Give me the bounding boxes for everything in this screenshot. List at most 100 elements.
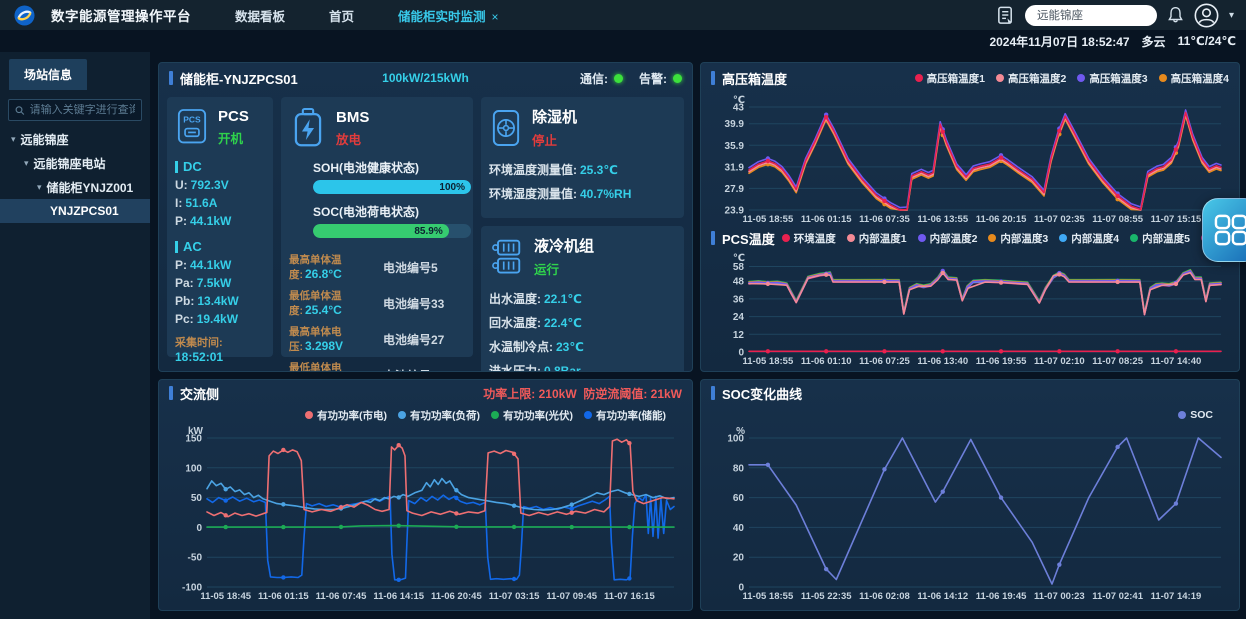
dc-power: P:44.1kW — [175, 214, 265, 228]
tree-item-cabinet[interactable]: ▾储能柜YNJZ001 — [0, 175, 150, 199]
legend-label: 有功功率(市电) — [317, 408, 387, 423]
soc-panel: SOC变化曲线 SOC 100806040200%11-05 18:5511-0… — [700, 379, 1240, 611]
svg-text:11-05 18:55: 11-05 18:55 — [743, 214, 794, 225]
tree-item-plant[interactable]: ▾ 远能锦座电站 — [0, 151, 150, 175]
svg-text:48: 48 — [733, 277, 745, 288]
tab-close-icon[interactable]: × — [492, 10, 499, 24]
report-icon[interactable] — [996, 6, 1015, 25]
min-cell-temp-row: 最低单体温度:25.4°C电池编号33 — [289, 288, 465, 318]
comm-label: 通信: — [580, 70, 608, 87]
legend-item[interactable]: 环境温度 — [782, 231, 836, 246]
legend-dot-icon — [1077, 74, 1085, 82]
station-tree: ▾远能锦座 ▾ 远能锦座电站 ▾储能柜YNJZ001 YNJZPCS01 — [0, 127, 150, 223]
svg-text:31.9: 31.9 — [725, 162, 745, 173]
svg-text:11-07 02:10: 11-07 02:10 — [1034, 356, 1085, 367]
legend-item[interactable]: 内部温度3 — [988, 231, 1048, 246]
legend-label: 高压箱温度1 — [927, 71, 985, 86]
station-search-input[interactable] — [1025, 5, 1157, 26]
soc-legend: SOC — [1178, 406, 1213, 424]
liquid-cooling-icon — [489, 236, 525, 278]
title-accent-bar — [711, 71, 715, 85]
legend-dot-icon — [1178, 411, 1186, 419]
tree-item-pcs-selected[interactable]: YNJZPCS01 — [0, 199, 150, 223]
svg-text:11-05 18:45: 11-05 18:45 — [200, 591, 251, 602]
svg-text:11-06 02:08: 11-06 02:08 — [859, 591, 910, 602]
legend-item[interactable]: 有功功率(市电) — [305, 408, 387, 423]
sidebar-search-input[interactable] — [30, 104, 135, 116]
svg-text:11-06 13:55: 11-06 13:55 — [917, 214, 968, 225]
svg-text:11-07 16:15: 11-07 16:15 — [604, 591, 655, 602]
ac-side-legend: 有功功率(市电) 有功功率(负荷) 有功功率(光伏) 有功功率(储能) — [305, 406, 666, 424]
app-title: 数字能源管理操作平台 — [51, 5, 191, 25]
nav-item-dashboard[interactable]: 数据看板 — [235, 6, 285, 25]
legend-item[interactable]: SOC — [1178, 409, 1213, 421]
legend-item[interactable]: 内部温度1 — [847, 231, 907, 246]
legend-label: 内部温度5 — [1142, 231, 1190, 246]
soc-chart: 100806040200%11-05 18:5511-05 22:3511-06… — [707, 424, 1233, 602]
svg-text:100: 100 — [185, 463, 202, 474]
inlet-pressure-row: 进水压力:0.8Bar — [489, 362, 676, 372]
legend-item[interactable]: 高压箱温度3 — [1077, 71, 1147, 86]
legend-item[interactable]: 有功功率(储能) — [584, 408, 666, 423]
legend-item[interactable]: 内部温度2 — [918, 231, 978, 246]
ac-power-c: Pc:19.4kW — [175, 312, 265, 326]
comm-status-dot — [614, 74, 623, 83]
nav-menu: 数据看板 首页 储能柜实时监测× — [235, 6, 499, 25]
svg-text:11-07 14:19: 11-07 14:19 — [1151, 591, 1202, 602]
caret-down-icon[interactable]: ▾ — [24, 158, 29, 169]
legend-dot-icon — [584, 411, 592, 419]
max-cell-temp-row: 最高单体温度:26.8°C电池编号5 — [289, 252, 465, 282]
app-logo-icon — [14, 5, 35, 26]
dc-current: I:51.6A — [175, 196, 265, 210]
widget-launcher-button[interactable] — [1202, 198, 1246, 262]
legend-item[interactable]: 有功功率(光伏) — [491, 408, 573, 423]
svg-text:11-06 20:45: 11-06 20:45 — [431, 591, 482, 602]
tree-item-root[interactable]: ▾远能锦座 — [0, 127, 150, 151]
caret-down-icon[interactable]: ▾ — [37, 182, 42, 193]
svg-text:11-07 02:35: 11-07 02:35 — [1034, 214, 1085, 225]
legend-item[interactable]: 高压箱温度1 — [915, 71, 985, 86]
sidebar-tab-station-info[interactable]: 场站信息 — [9, 59, 87, 90]
pcs-temp-title: PCS温度 — [722, 229, 775, 248]
notification-bell-icon[interactable] — [1167, 6, 1184, 24]
ac-power-b: Pb:13.4kW — [175, 294, 265, 308]
hv-temp-chart: 4339.935.931.927.923.9℃11-05 18:5511-06 … — [707, 93, 1233, 225]
legend-item[interactable]: 高压箱温度2 — [996, 71, 1066, 86]
svg-text:20: 20 — [733, 553, 745, 564]
soh-bar-fill: 100% — [313, 180, 471, 194]
caret-down-icon[interactable]: ▾ — [11, 134, 16, 145]
cabinet-title: 储能柜-YNJZPCS01 — [180, 69, 298, 88]
tree-item-label: 远能锦座电站 — [34, 155, 106, 172]
chevron-down-icon[interactable]: ▾ — [1229, 10, 1234, 21]
svg-text:40: 40 — [733, 523, 745, 534]
svg-text:12: 12 — [733, 330, 745, 341]
pcs-icon: PCS — [175, 106, 209, 148]
hv-temp-title: 高压箱温度 — [722, 69, 787, 88]
legend-label: 内部温度4 — [1071, 231, 1119, 246]
legend-item[interactable]: 高压箱温度4 — [1159, 71, 1229, 86]
legend-item[interactable]: 内部温度5 — [1130, 231, 1190, 246]
liquid-cooling-card: 液冷机组 运行 出水温度:22.1℃ 回水温度:22.4℃ 水温制冷点:23℃ … — [481, 226, 684, 372]
pcs-temp-header: PCS温度 环境温度内部温度1内部温度2内部温度3内部温度4内部温度5内部温度6 — [701, 225, 1239, 251]
ac-side-title: 交流侧 — [180, 384, 219, 403]
legend-dot-icon — [847, 234, 855, 242]
svg-text:11-07 08:25: 11-07 08:25 — [1092, 356, 1143, 367]
legend-label: 内部温度2 — [930, 231, 978, 246]
legend-item[interactable]: 内部温度4 — [1059, 231, 1119, 246]
ac-power: P:44.1kW — [175, 258, 265, 272]
alarm-status-dot — [673, 74, 682, 83]
env-humidity-row: 环境湿度测量值:40.7%RH — [489, 185, 676, 202]
svg-text:11-06 01:15: 11-06 01:15 — [801, 214, 852, 225]
cabinet-panel-header: 储能柜-YNJZPCS01 100kW/215kWh 通信: 告警: — [159, 63, 692, 93]
alarm-label: 告警: — [639, 70, 667, 87]
bms-battery-icon — [289, 106, 327, 150]
outlet-temp-row: 出水温度:22.1℃ — [489, 290, 676, 307]
svg-text:11-05 22:35: 11-05 22:35 — [801, 591, 852, 602]
comm-status: 通信: — [580, 70, 623, 87]
nav-item-home[interactable]: 首页 — [329, 6, 354, 25]
tab-storage-monitor[interactable]: 储能柜实时监测× — [398, 6, 499, 25]
legend-item[interactable]: 有功功率(负荷) — [398, 408, 480, 423]
pcs-status: 开机 — [218, 128, 249, 147]
legend-dot-icon — [491, 411, 499, 419]
user-avatar[interactable] — [1194, 3, 1219, 28]
